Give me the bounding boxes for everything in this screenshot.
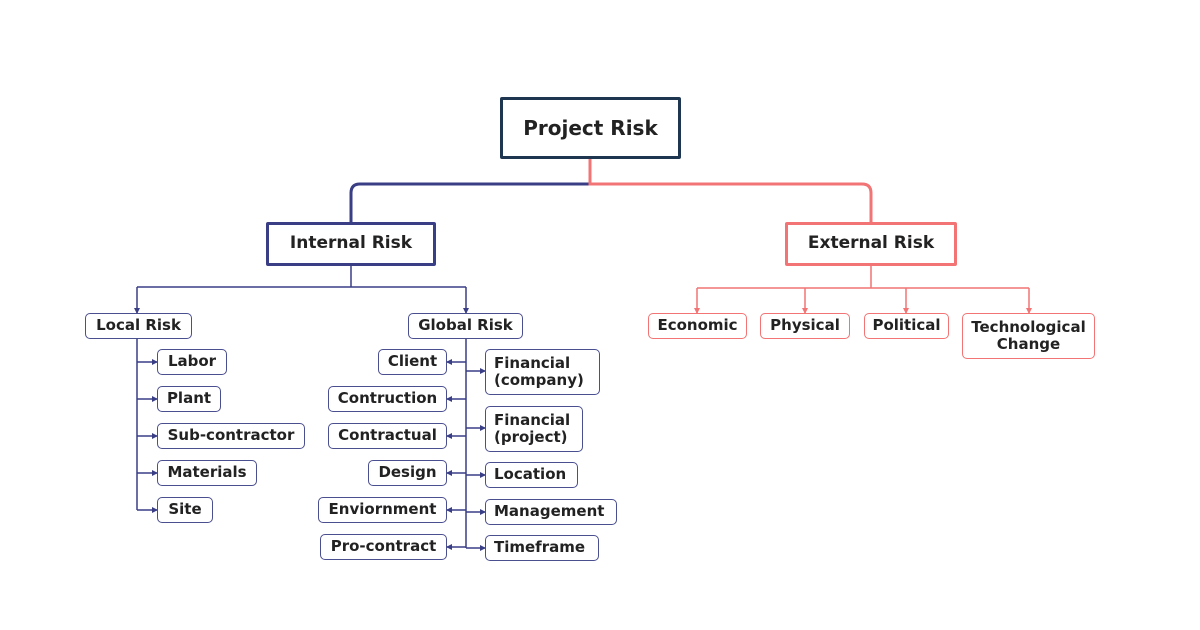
node-economic-label: Economic — [657, 316, 738, 335]
node-client-label: Client — [387, 352, 438, 371]
global-risk-label: Global Risk — [418, 316, 513, 335]
node-enviornment[interactable]: Enviornment — [318, 497, 447, 523]
root-node-project-risk[interactable]: Project Risk — [500, 97, 681, 159]
node-materials-label: Materials — [167, 463, 247, 482]
node-technological-change[interactable]: Technological Change — [962, 313, 1095, 359]
node-financial-project[interactable]: Financial (project) — [485, 406, 583, 452]
node-management[interactable]: Management — [485, 499, 617, 525]
node-contractual[interactable]: Contractual — [328, 423, 447, 449]
external-label: External Risk — [807, 233, 935, 254]
node-plant[interactable]: Plant — [157, 386, 221, 412]
node-external-risk[interactable]: External Risk — [785, 222, 957, 266]
node-timeframe[interactable]: Timeframe — [485, 535, 599, 561]
connector-external-split — [697, 265, 1029, 289]
node-location[interactable]: Location — [485, 462, 578, 488]
node-materials[interactable]: Materials — [157, 460, 257, 486]
local-risk-label: Local Risk — [96, 316, 181, 335]
node-contractual-label: Contractual — [338, 426, 437, 445]
node-site[interactable]: Site — [157, 497, 213, 523]
node-financial-company-label: Financial (company) — [494, 353, 584, 389]
node-physical[interactable]: Physical — [760, 313, 850, 339]
connector-internal-split — [137, 265, 466, 288]
node-political[interactable]: Political — [864, 313, 949, 339]
node-pro-contract[interactable]: Pro-contract — [320, 534, 447, 560]
connector-root-internal — [349, 182, 590, 223]
node-economic[interactable]: Economic — [648, 313, 747, 339]
node-financial-project-label: Financial (project) — [494, 410, 571, 446]
node-local-risk[interactable]: Local Risk — [85, 313, 192, 339]
node-sub-contractor-label: Sub-contractor — [167, 426, 295, 445]
node-design-label: Design — [378, 463, 437, 482]
node-labor-label: Labor — [167, 352, 217, 371]
node-labor[interactable]: Labor — [157, 349, 227, 375]
node-enviornment-label: Enviornment — [328, 500, 437, 519]
node-internal-risk[interactable]: Internal Risk — [266, 222, 436, 266]
node-client[interactable]: Client — [378, 349, 447, 375]
node-management-label: Management — [494, 502, 605, 521]
node-physical-label: Physical — [770, 316, 840, 335]
node-contruction-label: Contruction — [337, 389, 438, 408]
internal-label: Internal Risk — [289, 233, 413, 254]
risk-diagram: Project Risk Internal Risk External Risk… — [0, 0, 1200, 630]
node-technological-change-label: Technological Change — [971, 317, 1086, 353]
connector-root-external — [588, 158, 873, 223]
node-plant-label: Plant — [166, 389, 212, 408]
node-pro-contract-label: Pro-contract — [330, 537, 437, 556]
node-sub-contractor[interactable]: Sub-contractor — [157, 423, 305, 449]
node-global-risk[interactable]: Global Risk — [408, 313, 523, 339]
node-financial-company[interactable]: Financial (company) — [485, 349, 600, 395]
node-political-label: Political — [872, 316, 941, 335]
node-site-label: Site — [168, 500, 202, 519]
root-label: Project Risk — [523, 115, 658, 140]
node-contruction[interactable]: Contruction — [328, 386, 447, 412]
node-location-label: Location — [494, 465, 567, 484]
node-design[interactable]: Design — [368, 460, 447, 486]
node-timeframe-label: Timeframe — [494, 538, 586, 557]
